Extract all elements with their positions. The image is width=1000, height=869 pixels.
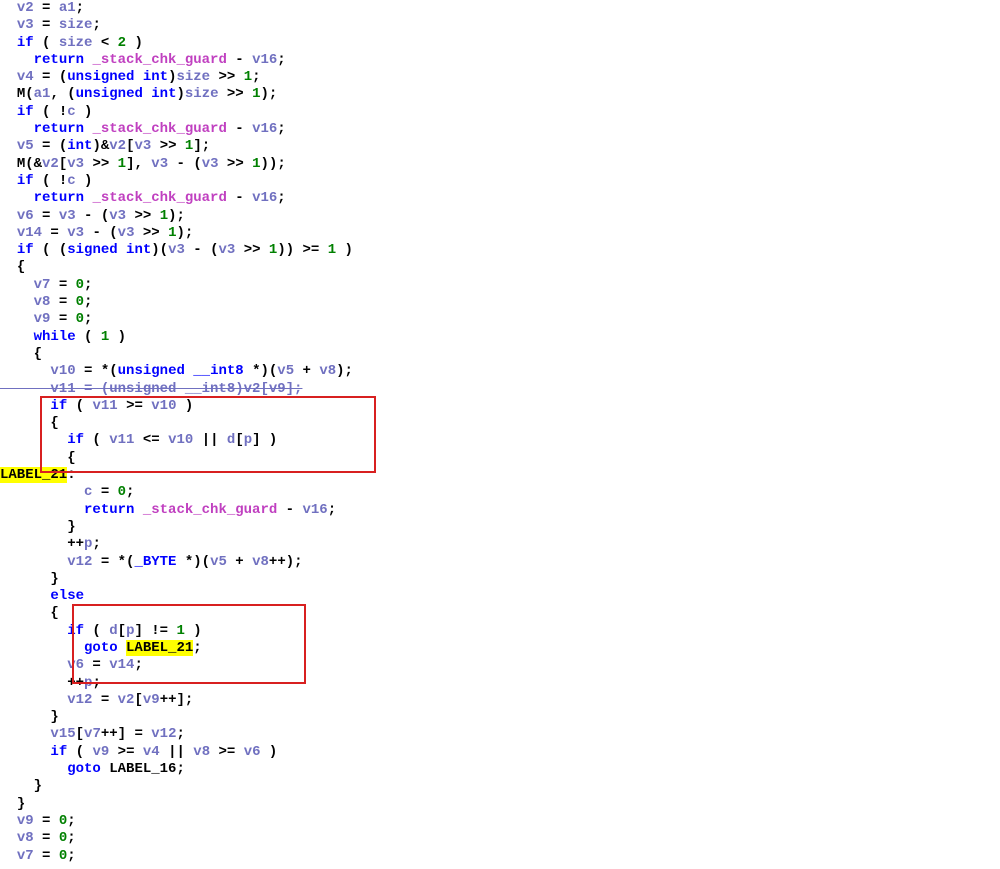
- code-line: if ( !c ): [0, 104, 353, 121]
- code-line: v3 = size;: [0, 17, 353, 34]
- code-line: c = 0;: [0, 484, 353, 501]
- code-line: v8 = 0;: [0, 830, 353, 847]
- code-line: v2 = a1;: [0, 0, 353, 17]
- code-line: }: [0, 796, 353, 813]
- code-line: v7 = 0;: [0, 848, 353, 865]
- code-line: while ( 1 ): [0, 329, 353, 346]
- code-line: }: [0, 519, 353, 536]
- code-line: goto LABEL_16;: [0, 761, 353, 778]
- code-line: M(a1, (unsigned int)size >> 1);: [0, 86, 353, 103]
- code-line: v15[v7++] = v12;: [0, 726, 353, 743]
- code-line: v12 = v2[v9++];: [0, 692, 353, 709]
- code-line: }: [0, 571, 353, 588]
- code-line: }: [0, 778, 353, 795]
- code-line: v6 = v3 - (v3 >> 1);: [0, 208, 353, 225]
- code-line: return _stack_chk_guard - v16;: [0, 52, 353, 69]
- code-line: if ( !c ): [0, 173, 353, 190]
- code-line: v7 = 0;: [0, 277, 353, 294]
- code-line: if ( (signed int)(v3 - (v3 >> 1)) >= 1 ): [0, 242, 353, 259]
- code-line: {: [0, 259, 353, 276]
- code-line: v8 = 0;: [0, 294, 353, 311]
- code-line: return _stack_chk_guard - v16;: [0, 121, 353, 138]
- highlight-box-1: [40, 396, 376, 473]
- code-line: v5 = (int)&v2[v3 >> 1];: [0, 138, 353, 155]
- code-line: v10 = *(unsigned __int8 *)(v5 + v8);: [0, 363, 353, 380]
- highlight-box-2: [72, 604, 306, 684]
- code-line: {: [0, 346, 353, 363]
- code-line: }: [0, 709, 353, 726]
- code-line: M(&v2[v3 >> 1], v3 - (v3 >> 1));: [0, 156, 353, 173]
- code-line: v12 = *(_BYTE *)(v5 + v8++);: [0, 554, 353, 571]
- code-line: v14 = v3 - (v3 >> 1);: [0, 225, 353, 242]
- code-line: return _stack_chk_guard - v16;: [0, 502, 353, 519]
- code-line: ++p;: [0, 536, 353, 553]
- code-line: return _stack_chk_guard - v16;: [0, 190, 353, 207]
- code-line: if ( v9 >= v4 || v8 >= v6 ): [0, 744, 353, 761]
- code-line: v9 = 0;: [0, 311, 353, 328]
- code-line: v4 = (unsigned int)size >> 1;: [0, 69, 353, 86]
- code-line: v9 = 0;: [0, 813, 353, 830]
- code-line: else: [0, 588, 353, 605]
- code-line: if ( size < 2 ): [0, 35, 353, 52]
